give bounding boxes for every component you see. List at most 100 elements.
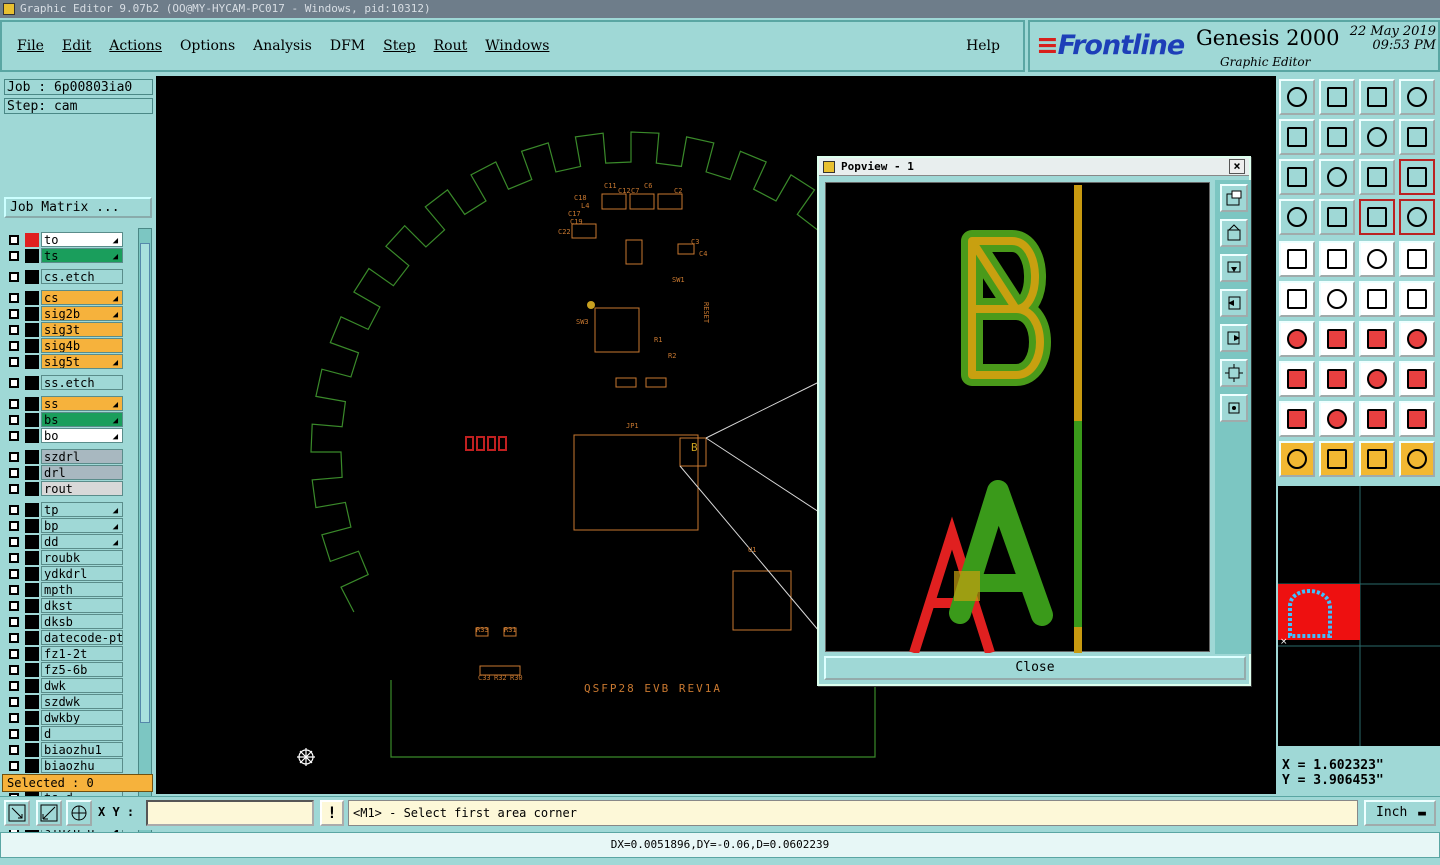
layer-checkbox[interactable] xyxy=(9,505,19,515)
layer-name[interactable]: to ◢ xyxy=(41,232,123,247)
help-question-button[interactable] xyxy=(1399,159,1435,195)
layer-checkbox[interactable] xyxy=(9,341,19,351)
layer-row-bo[interactable]: bo ◢ xyxy=(4,428,125,444)
layer-name[interactable]: dd ◢ xyxy=(41,534,123,549)
layer-color-swatch[interactable] xyxy=(25,551,39,565)
layer-color-swatch[interactable] xyxy=(25,535,39,549)
layer-color-swatch[interactable] xyxy=(25,647,39,661)
add-pad-button[interactable] xyxy=(1359,281,1395,317)
layer-color-swatch[interactable] xyxy=(25,397,39,411)
layer-row-biaozhu1[interactable]: biaozhu1 xyxy=(4,742,125,758)
layer-checkbox[interactable] xyxy=(9,697,19,707)
layer-row-fz5-6b[interactable]: fz5-6b xyxy=(4,662,125,678)
flip-button[interactable] xyxy=(1399,119,1435,155)
measure-pad-button[interactable] xyxy=(1359,361,1395,397)
layer-color-swatch[interactable] xyxy=(25,233,39,247)
menu-step[interactable]: Step xyxy=(374,38,424,54)
measure-button[interactable] xyxy=(36,800,62,826)
layer-name[interactable]: d xyxy=(41,726,123,741)
layer-name[interactable]: szdwk xyxy=(41,694,123,709)
layer-checkbox[interactable] xyxy=(9,729,19,739)
layer-color-swatch[interactable] xyxy=(25,307,39,321)
pointer-route-button[interactable] xyxy=(1399,441,1435,477)
layer-color-swatch[interactable] xyxy=(25,339,39,353)
layer-checkbox[interactable] xyxy=(9,633,19,643)
feature-dot-button[interactable] xyxy=(1279,281,1315,317)
split-view-button[interactable] xyxy=(1399,79,1435,115)
layer-checkbox[interactable] xyxy=(9,649,19,659)
pointer-snap-button[interactable] xyxy=(1319,441,1355,477)
grid-button[interactable] xyxy=(66,800,92,826)
break-line-button[interactable] xyxy=(1319,361,1355,397)
layer-name[interactable]: rout xyxy=(41,481,123,496)
scale-1-2-button[interactable] xyxy=(1359,159,1395,195)
layer-row-szdrl[interactable]: szdrl xyxy=(4,449,125,465)
layer-checkbox[interactable] xyxy=(9,617,19,627)
layer-color-swatch[interactable] xyxy=(25,759,39,773)
layer-color-swatch[interactable] xyxy=(25,482,39,496)
layer-row-ss[interactable]: ss ◢ xyxy=(4,396,125,412)
layer-name[interactable]: sig4b xyxy=(41,338,123,353)
layer-checkbox[interactable] xyxy=(9,378,19,388)
layer-checkbox[interactable] xyxy=(9,681,19,691)
layer-name[interactable]: bo ◢ xyxy=(41,428,123,443)
layer-color-swatch[interactable] xyxy=(25,631,39,645)
menu-analysis[interactable]: Analysis xyxy=(244,38,321,54)
layer-name[interactable]: drl xyxy=(41,465,123,480)
layer-name[interactable]: bs ◢ xyxy=(41,412,123,427)
zoom-fit-button[interactable] xyxy=(1279,159,1315,195)
popview-close-x-button[interactable]: × xyxy=(1229,159,1245,174)
popview-canvas[interactable] xyxy=(825,182,1210,655)
layer-color-swatch[interactable] xyxy=(25,663,39,677)
triangle-up-button[interactable] xyxy=(1279,401,1315,437)
layer-color-swatch[interactable] xyxy=(25,450,39,464)
layer-row-sig5t[interactable]: sig5t ◢ xyxy=(4,354,125,370)
layer-row-dwk[interactable]: dwk xyxy=(4,678,125,694)
layer-color-swatch[interactable] xyxy=(25,679,39,693)
layer-color-swatch[interactable] xyxy=(25,413,39,427)
mirror-button[interactable] xyxy=(1359,119,1395,155)
layer-checkbox[interactable] xyxy=(9,272,19,282)
menu-edit[interactable]: Edit xyxy=(53,38,100,54)
scrollbar-thumb[interactable] xyxy=(140,243,150,723)
copy-to-layer-button[interactable] xyxy=(1279,79,1315,115)
connect-button[interactable] xyxy=(1319,199,1355,235)
layer-row-roubk[interactable]: roubk xyxy=(4,550,125,566)
layer-row-ts[interactable]: ts ◢ xyxy=(4,248,125,264)
layer-name[interactable]: ydkdrl xyxy=(41,566,123,581)
layer-row-biaozhu[interactable]: biaozhu xyxy=(4,758,125,774)
layer-name[interactable]: bp ◢ xyxy=(41,518,123,533)
stretch-button[interactable] xyxy=(1279,199,1315,235)
layer-row-mpth[interactable]: mpth xyxy=(4,582,125,598)
layer-color-swatch[interactable] xyxy=(25,519,39,533)
layer-name[interactable]: dksb xyxy=(41,614,123,629)
layer-checkbox[interactable] xyxy=(9,431,19,441)
popview-close-button[interactable]: Close xyxy=(824,656,1246,680)
layer-color-swatch[interactable] xyxy=(25,711,39,725)
delete-button[interactable] xyxy=(1319,281,1355,317)
layer-row-dksb[interactable]: dksb xyxy=(4,614,125,630)
layer-color-swatch[interactable] xyxy=(25,291,39,305)
layer-name[interactable]: dwk xyxy=(41,678,123,693)
layer-row-tp[interactable]: tp ◢ xyxy=(4,502,125,518)
popview-center-button[interactable] xyxy=(1220,394,1248,422)
layer-name[interactable]: sig3t xyxy=(41,322,123,337)
menu-windows[interactable]: Windows xyxy=(476,38,558,54)
arc-button[interactable] xyxy=(1359,321,1395,357)
move-pad-button[interactable] xyxy=(1399,281,1435,317)
layer-row-bp[interactable]: bp ◢ xyxy=(4,518,125,534)
warning-button[interactable]: ! xyxy=(320,800,344,826)
draw-rectangle-button[interactable] xyxy=(1319,241,1355,277)
layer-list-scrollbar[interactable] xyxy=(138,228,152,840)
layer-name[interactable]: datecode-ptc xyxy=(41,630,123,645)
layer-row-cs.etch[interactable]: cs.etch xyxy=(4,269,125,285)
layer-checkbox[interactable] xyxy=(9,415,19,425)
layer-name[interactable]: cs.etch xyxy=(41,269,123,284)
layer-name[interactable]: biaozhu xyxy=(41,758,123,773)
layer-color-swatch[interactable] xyxy=(25,727,39,741)
layer-row-drl[interactable]: drl xyxy=(4,465,125,481)
menu-help[interactable]: Help xyxy=(957,38,1009,54)
layer-row-fz1-2t[interactable]: fz1-2t xyxy=(4,646,125,662)
net-highlight-button[interactable] xyxy=(1399,199,1435,235)
layer-checkbox[interactable] xyxy=(9,235,19,245)
